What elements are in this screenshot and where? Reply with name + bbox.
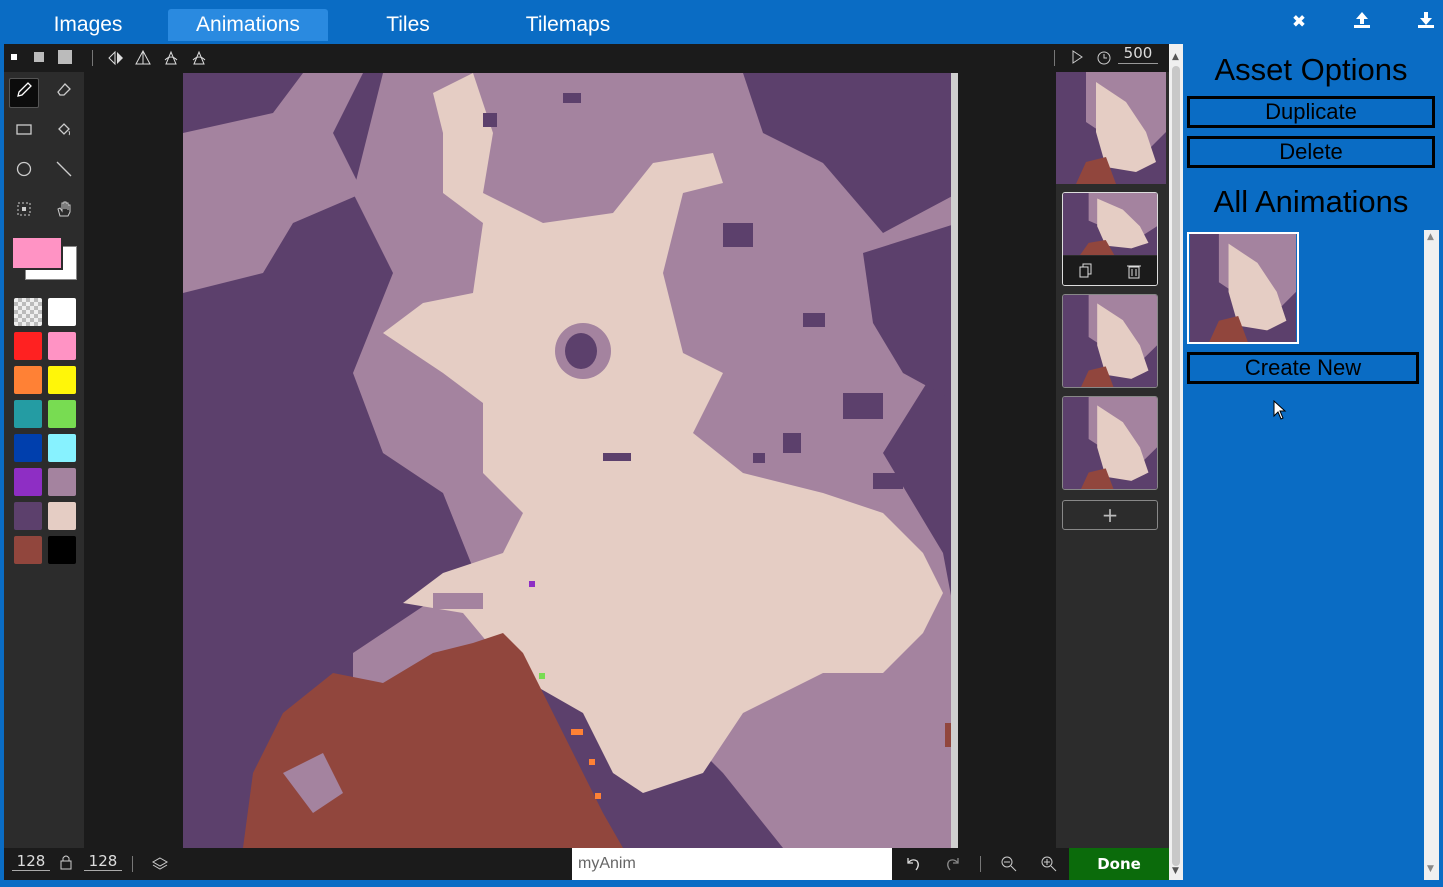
- palette-swatch[interactable]: [14, 400, 42, 428]
- palette-swatch[interactable]: [14, 434, 42, 462]
- pan-hand-icon[interactable]: [49, 198, 79, 228]
- cursor-icon: [1273, 399, 1287, 424]
- animation-list-scrollbar[interactable]: ▲ ▼: [1424, 230, 1439, 880]
- animation-list: Create New: [1185, 228, 1439, 880]
- circle-icon[interactable]: [9, 158, 39, 188]
- editor-bottom-bar: 128 128 myAnim Done: [4, 848, 1169, 880]
- tab-animations[interactable]: Animations: [168, 9, 328, 41]
- pencil-icon[interactable]: [9, 78, 39, 108]
- duplicate-button[interactable]: Duplicate: [1187, 96, 1435, 128]
- rotate-ccw-icon[interactable]: [191, 50, 207, 70]
- tab-tiles[interactable]: Tiles: [348, 9, 468, 41]
- scroll-down-icon[interactable]: ▼: [1172, 866, 1179, 876]
- editor-scrollbar[interactable]: ▲ ▼: [1169, 44, 1183, 880]
- drawing-canvas[interactable]: [183, 73, 958, 848]
- scroll-up-icon[interactable]: ▲: [1172, 52, 1179, 62]
- divider: [980, 856, 981, 872]
- frame-item[interactable]: [1062, 294, 1158, 388]
- divider: [132, 856, 133, 872]
- close-icon[interactable]: ✖: [1287, 10, 1311, 34]
- fill-icon[interactable]: [49, 118, 79, 148]
- brush-size-large[interactable]: [58, 50, 72, 64]
- top-bar: Images Animations Tiles Tilemaps ✖: [0, 0, 1443, 42]
- interval-input[interactable]: 500: [1118, 44, 1158, 64]
- line-icon[interactable]: [49, 158, 79, 188]
- palette-swatch[interactable]: [14, 502, 42, 530]
- all-animations-title: All Animations: [1213, 184, 1409, 219]
- zoom-out-icon[interactable]: [1000, 855, 1018, 877]
- clock-icon: [1097, 51, 1111, 69]
- scroll-down-icon[interactable]: ▼: [1427, 864, 1434, 874]
- tab-tilemaps[interactable]: Tilemaps: [500, 9, 636, 41]
- palette-swatch[interactable]: [48, 400, 76, 428]
- rectangle-icon[interactable]: [9, 118, 39, 148]
- palette-swatch[interactable]: [14, 332, 42, 360]
- palette-swatch[interactable]: [48, 332, 76, 360]
- brush-size-small[interactable]: [11, 54, 17, 60]
- asset-options-title: Asset Options: [1214, 52, 1408, 87]
- palette-swatch[interactable]: [48, 502, 76, 530]
- palette-swatch[interactable]: [14, 536, 42, 564]
- flip-vertical-icon[interactable]: [135, 49, 151, 70]
- palette-swatch[interactable]: [48, 366, 76, 394]
- palette-swatch[interactable]: [48, 434, 76, 462]
- palette-swatch[interactable]: [14, 298, 42, 326]
- zoom-in-icon[interactable]: [1040, 855, 1058, 877]
- download-icon[interactable]: [1414, 10, 1438, 34]
- copy-icon[interactable]: [1079, 263, 1093, 283]
- frame-list: +: [1056, 72, 1169, 848]
- palette-swatch[interactable]: [48, 536, 76, 564]
- canvas-image: [183, 73, 958, 848]
- lock-icon[interactable]: [59, 854, 73, 874]
- brush-size-medium[interactable]: [34, 52, 44, 62]
- frame-preview: [1056, 72, 1166, 184]
- flip-horizontal-icon[interactable]: [108, 50, 124, 70]
- redo-icon[interactable]: [944, 855, 962, 877]
- palette-swatch[interactable]: [14, 366, 42, 394]
- done-button[interactable]: Done: [1069, 848, 1169, 880]
- frame-actions: [1063, 256, 1157, 285]
- frame-item[interactable]: [1062, 192, 1158, 286]
- rotate-cw-icon[interactable]: [163, 50, 179, 70]
- tool-palette: [4, 72, 84, 848]
- palette-swatch[interactable]: [48, 468, 76, 496]
- width-input[interactable]: 128: [12, 852, 50, 871]
- editor-toolbar: 500: [4, 44, 1169, 72]
- scroll-up-icon[interactable]: ▲: [1427, 232, 1434, 242]
- scroll-thumb[interactable]: [1172, 66, 1180, 866]
- height-input[interactable]: 128: [84, 852, 122, 871]
- divider: [92, 50, 93, 66]
- divider: [1054, 50, 1055, 66]
- palette-swatch[interactable]: [48, 298, 76, 326]
- layers-icon[interactable]: [151, 856, 169, 876]
- delete-button[interactable]: Delete: [1187, 136, 1435, 168]
- frame-item[interactable]: [1062, 396, 1158, 490]
- play-icon[interactable]: [1070, 50, 1084, 68]
- add-frame-button[interactable]: +: [1062, 500, 1158, 530]
- eraser-icon[interactable]: [49, 78, 79, 108]
- animation-item[interactable]: [1187, 232, 1299, 344]
- asset-name-input[interactable]: myAnim: [572, 848, 892, 880]
- upload-icon[interactable]: [1350, 10, 1374, 34]
- marquee-icon[interactable]: [9, 198, 39, 228]
- undo-icon[interactable]: [904, 855, 922, 877]
- palette-swatch[interactable]: [14, 468, 42, 496]
- tab-images[interactable]: Images: [30, 9, 146, 41]
- primary-color-swatch[interactable]: [11, 236, 63, 270]
- create-new-button[interactable]: Create New: [1187, 352, 1419, 384]
- trash-icon[interactable]: [1127, 263, 1141, 283]
